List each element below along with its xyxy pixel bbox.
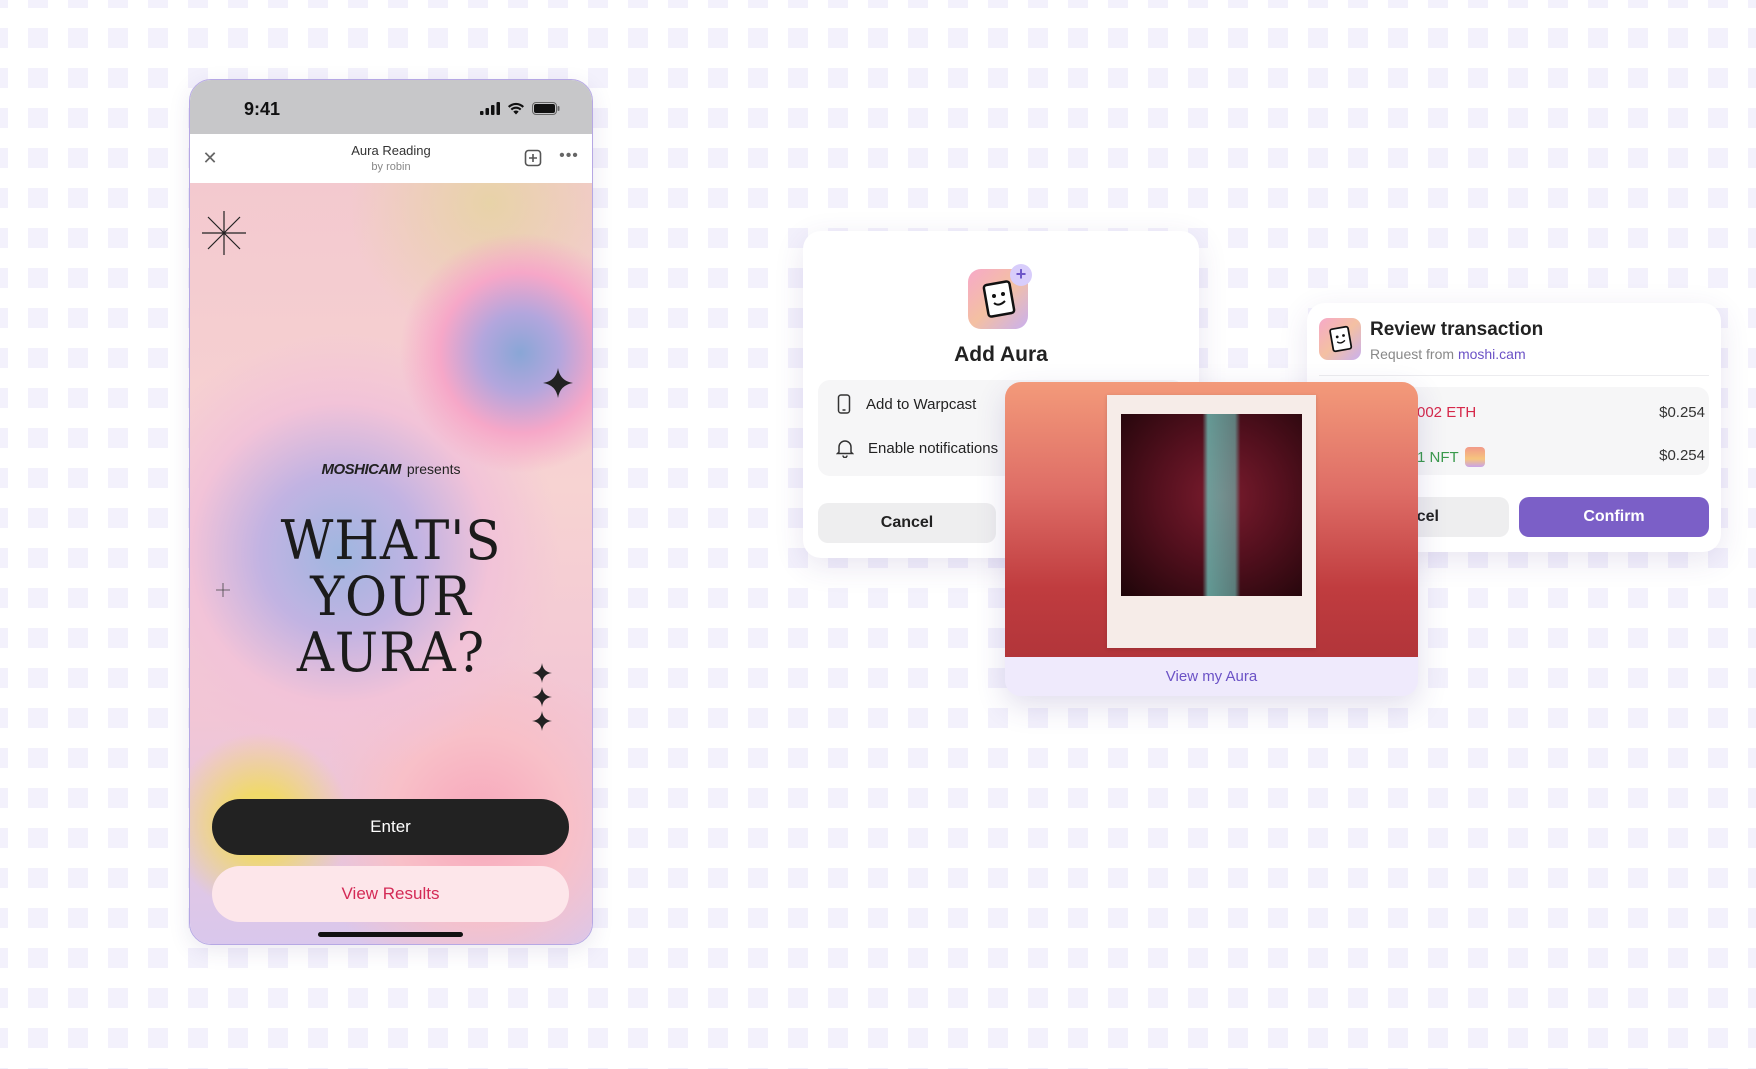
headline-line: AURA? xyxy=(296,621,486,684)
status-bar: 9:41 xyxy=(190,80,592,134)
wifi-icon xyxy=(508,102,524,114)
nft-thumbnail xyxy=(1464,447,1485,467)
divider xyxy=(1319,375,1709,376)
eth-value: $0.254 xyxy=(1659,404,1705,421)
nft-amount-row: 1 NFT xyxy=(1417,447,1485,467)
brand-line: MOSHICAM presents xyxy=(190,461,592,478)
status-time: 9:41 xyxy=(244,99,281,119)
request-domain-link[interactable]: moshi.cam xyxy=(1458,346,1526,362)
phone-icon xyxy=(837,394,851,414)
headline-line: YOUR xyxy=(310,565,472,628)
request-source: Request from moshi.cam xyxy=(1370,346,1526,362)
moshi-face-icon xyxy=(1329,325,1353,353)
brand-logo: MOSHICAM xyxy=(321,461,401,478)
headline: WHAT'S YOUR AURA? xyxy=(200,513,582,681)
app-icon xyxy=(1319,318,1361,360)
nft-value: $0.254 xyxy=(1659,447,1705,464)
battery-icon xyxy=(532,101,560,115)
option-label: Enable notifications xyxy=(868,439,999,457)
cancel-button[interactable]: Cancel xyxy=(818,503,996,543)
dialog-title: Review transaction xyxy=(1370,319,1544,340)
nft-amount: 1 NFT xyxy=(1417,448,1459,466)
polaroid-frame xyxy=(1107,395,1316,648)
aura-photo xyxy=(1121,414,1302,596)
brand-suffix: presents xyxy=(406,461,461,477)
sparkle-icon xyxy=(202,211,246,255)
option-enable-notifications[interactable]: Enable notifications xyxy=(836,437,998,459)
plus-icon: + xyxy=(1010,264,1032,286)
dialog-title: Add Aura xyxy=(954,343,1048,366)
bell-icon xyxy=(836,440,854,458)
home-indicator[interactable] xyxy=(318,932,463,937)
eth-amount: 002 ETH xyxy=(1417,404,1477,421)
add-app-icon[interactable] xyxy=(524,149,542,167)
view-results-button[interactable]: View Results xyxy=(212,866,569,922)
option-add-to-warpcast[interactable]: Add to Warpcast xyxy=(836,393,976,415)
more-icon[interactable]: ••• xyxy=(558,148,580,167)
headline-line: WHAT'S xyxy=(280,509,502,572)
option-label: Add to Warpcast xyxy=(866,395,977,413)
request-prefix: Request from xyxy=(1370,346,1455,362)
confirm-button[interactable]: Confirm xyxy=(1519,497,1709,537)
aura-artwork xyxy=(1005,382,1418,657)
enter-button[interactable]: Enter xyxy=(212,799,569,855)
phone-frame: 9:41 ✕ Aura Reading by robin ••• MOSHICA… xyxy=(189,79,593,945)
aura-result-card[interactable]: View my Aura xyxy=(1005,382,1418,696)
view-my-aura-button[interactable]: View my Aura xyxy=(1005,657,1418,696)
signal-icon xyxy=(480,101,500,115)
miniapp-header: ✕ Aura Reading by robin ••• xyxy=(190,134,592,184)
sparkle-icon xyxy=(543,368,573,398)
status-icons xyxy=(480,100,560,116)
